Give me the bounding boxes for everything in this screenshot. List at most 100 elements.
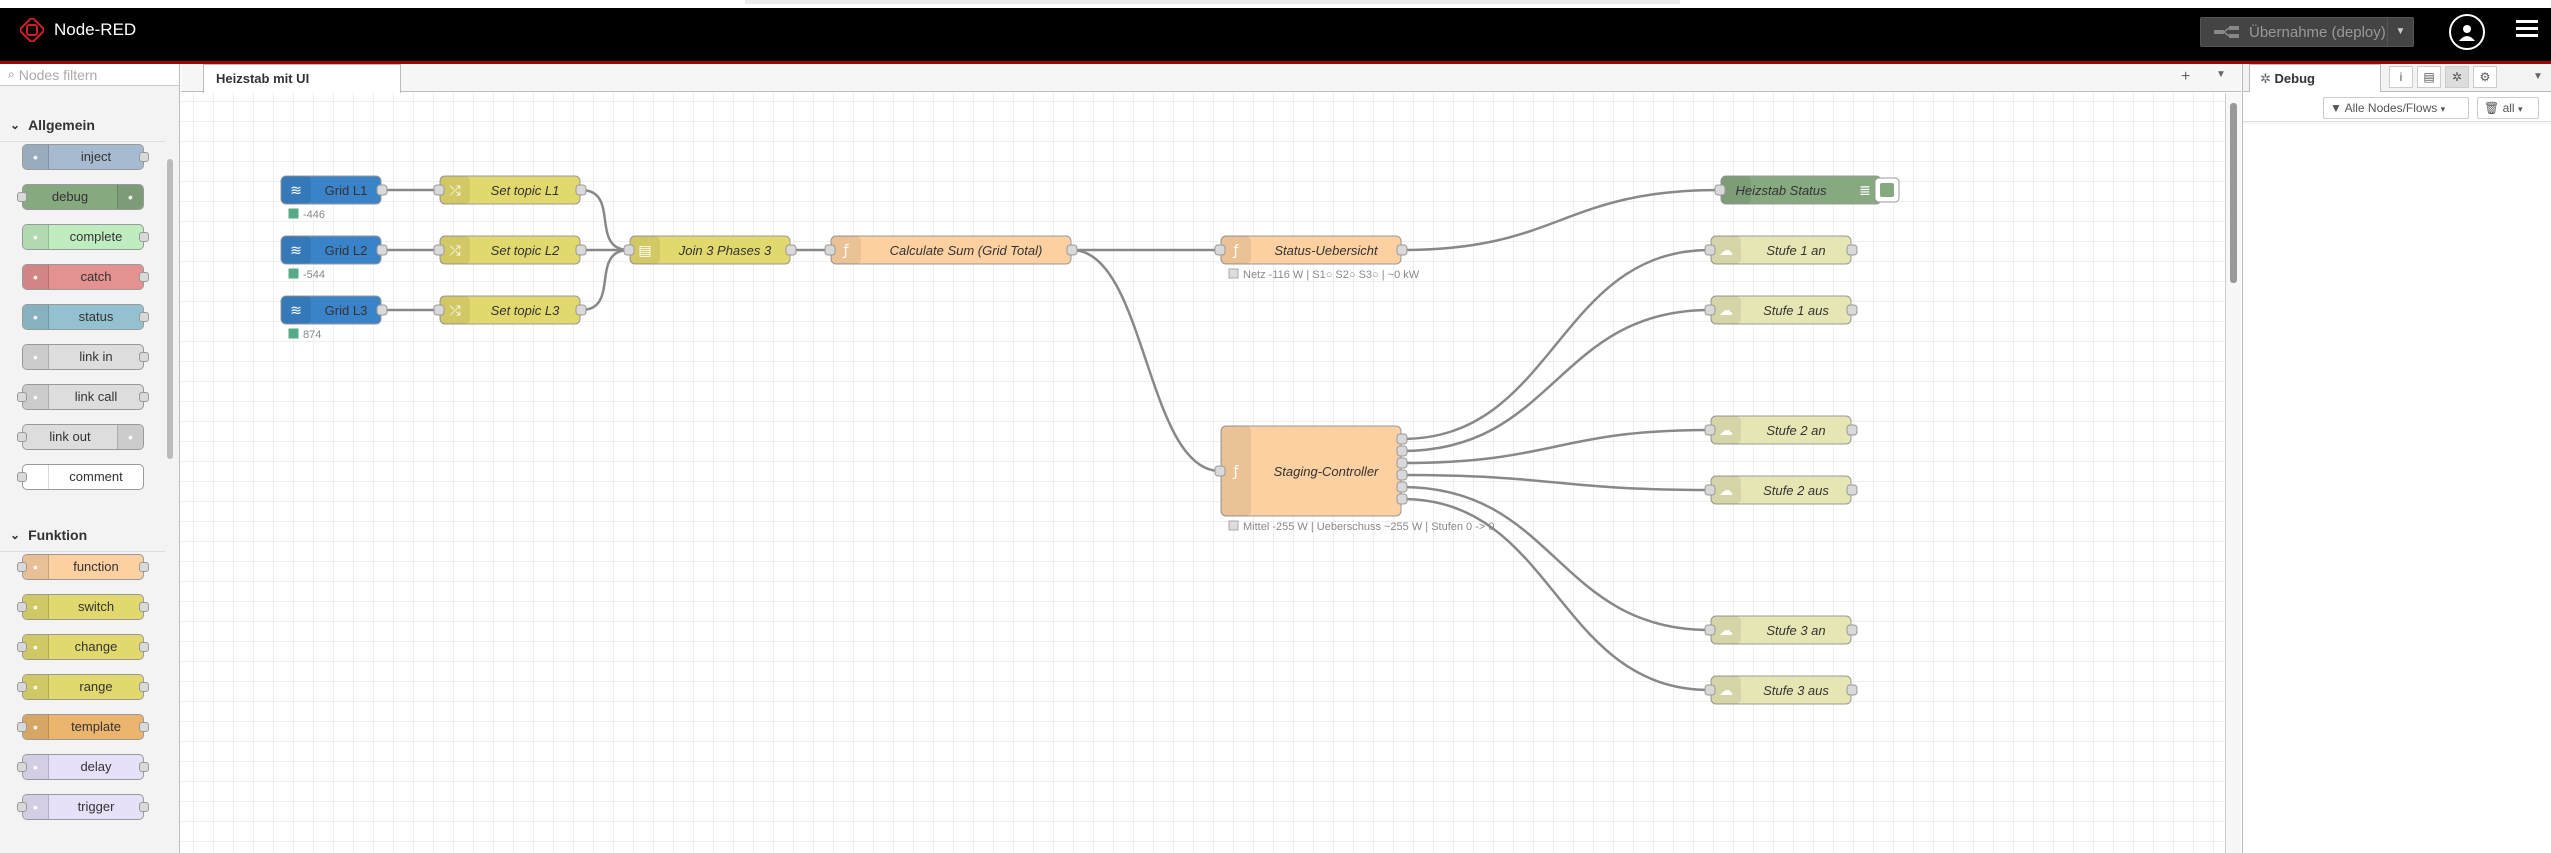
input-port[interactable]	[1704, 684, 1716, 696]
output-port[interactable]	[1396, 469, 1408, 481]
input-port[interactable]	[1704, 304, 1716, 316]
input-port[interactable]	[1704, 424, 1716, 436]
output-port[interactable]	[1066, 244, 1078, 256]
flow-wire[interactable]	[1401, 473, 1711, 492]
palette-node-debug[interactable]: • debug	[17, 184, 144, 210]
gear-icon[interactable]: ⚙	[2473, 66, 2497, 88]
flow-node-grid-l1[interactable]: ≋ Grid L1-446	[280, 175, 388, 221]
flow-wire[interactable]	[580, 248, 630, 312]
flow-node-s2aus[interactable]: ☁ Stufe 2 aus	[1704, 475, 1858, 505]
flow-node-s3aus[interactable]: ☁ Stufe 3 aus	[1704, 675, 1858, 705]
input-port[interactable]	[433, 304, 445, 316]
output-port[interactable]	[785, 244, 797, 256]
input-port[interactable]	[433, 184, 445, 196]
output-port[interactable]	[1396, 244, 1408, 256]
flow-node-s3an[interactable]: ☁ Stufe 3 an	[1704, 615, 1858, 645]
flow-node-staging[interactable]: ƒ Staging-ControllerMittel -255 W | Ueber…	[1214, 425, 1495, 533]
input-port[interactable]	[1704, 624, 1716, 636]
output-port[interactable]	[1846, 684, 1858, 696]
palette-scrollbar[interactable]	[167, 159, 173, 459]
palette-node-trigger[interactable]: • trigger	[17, 794, 149, 820]
deploy-menu-caret[interactable]: ▼	[2387, 18, 2413, 46]
input-port[interactable]	[824, 244, 836, 256]
input-port[interactable]	[1704, 244, 1716, 256]
flow-node-grid-l2[interactable]: ≋ Grid L2-544	[280, 235, 388, 281]
palette-search[interactable]: ⌕ Nodes filtern	[0, 64, 179, 86]
flow-node-set-l2[interactable]: ⤮ Set topic L2	[433, 235, 587, 265]
input-port[interactable]	[433, 244, 445, 256]
book-icon[interactable]: ▤	[2417, 66, 2441, 88]
output-port[interactable]	[1396, 493, 1408, 505]
flow-node-heizstab-status[interactable]: Heizstab Status ≣	[1714, 175, 1900, 205]
palette-node-function[interactable]: • function	[17, 554, 149, 580]
palette-category-0[interactable]: ⌄ Allgemein	[0, 108, 165, 142]
output-port[interactable]	[1396, 457, 1408, 469]
output-port[interactable]	[376, 244, 388, 256]
flow-wire[interactable]	[1401, 188, 1721, 252]
output-port[interactable]	[1846, 244, 1858, 256]
palette-node-switch[interactable]: • switch	[17, 594, 149, 620]
input-port[interactable]	[1214, 465, 1226, 477]
palette-category-1[interactable]: ⌄ Funktion	[0, 518, 165, 552]
palette-node-link-out[interactable]: • link out	[17, 424, 144, 450]
palette-node-template[interactable]: • template	[17, 714, 149, 740]
output-port[interactable]	[1846, 304, 1858, 316]
output-port[interactable]	[1846, 624, 1858, 636]
palette-node-comment[interactable]: comment	[17, 464, 144, 490]
flow-wire[interactable]	[1401, 248, 1711, 441]
output-port[interactable]	[575, 184, 587, 196]
flow-wire[interactable]	[580, 188, 630, 252]
info-icon[interactable]: i	[2389, 66, 2413, 88]
palette-node-catch[interactable]: • catch	[22, 264, 149, 290]
flow-wire[interactable]	[1071, 248, 1221, 473]
output-port[interactable]	[1846, 484, 1858, 496]
flow-node-s2an[interactable]: ☁ Stufe 2 an	[1704, 415, 1858, 445]
flow-wire[interactable]	[1401, 485, 1711, 632]
output-port[interactable]	[575, 304, 587, 316]
input-port[interactable]	[623, 244, 635, 256]
output-port[interactable]	[1396, 433, 1408, 445]
output-port[interactable]	[1846, 424, 1858, 436]
palette-node-inject[interactable]: • inject	[22, 144, 149, 170]
flow-node-s1an[interactable]: ☁ Stufe 1 an	[1704, 235, 1858, 265]
debug-filter-label: Alle Nodes/Flows	[2344, 101, 2438, 115]
flow-node-status-ub[interactable]: ƒ Status-UebersichtNetz -116 W | S1○ S2○ …	[1214, 235, 1420, 281]
palette-node-complete[interactable]: • complete	[22, 224, 149, 250]
input-port[interactable]	[1214, 244, 1226, 256]
flow-wire[interactable]	[1401, 308, 1711, 453]
flow-node-s1aus[interactable]: ☁ Stufe 1 aus	[1704, 295, 1858, 325]
palette-node-range[interactable]: • range	[17, 674, 149, 700]
deploy-button[interactable]: Übernahme (deploy) ▼	[2200, 17, 2414, 47]
main-menu-button[interactable]	[2516, 20, 2538, 40]
flow-node-grid-l3[interactable]: ≋ Grid L3 874	[280, 295, 388, 341]
flow-node-calc[interactable]: ƒ Calculate Sum (Grid Total)	[824, 235, 1078, 265]
flow-node-set-l1[interactable]: ⤮ Set topic L1	[433, 175, 587, 205]
user-menu-button[interactable]	[2449, 14, 2485, 50]
node-red-logo-icon	[20, 18, 44, 42]
bug-icon: ✲	[2260, 71, 2271, 86]
hamburger-line	[2516, 20, 2538, 23]
tab-debug[interactable]: ✲ Debug	[2249, 64, 2381, 93]
flow-node-join[interactable]: ▤ Join 3 Phases 3	[623, 235, 797, 265]
chevron-down-icon[interactable]: ▼	[2533, 71, 2543, 82]
output-port[interactable]	[376, 304, 388, 316]
debug-filter-select[interactable]: ▼ Alle Nodes/Flows ▾	[2323, 97, 2469, 119]
output-port[interactable]	[1396, 481, 1408, 493]
output-port[interactable]	[575, 244, 587, 256]
palette-node-delay[interactable]: • delay	[17, 754, 149, 780]
cloud-icon: ☁	[1719, 483, 1733, 499]
palette-node-change[interactable]: • change	[17, 634, 149, 660]
output-port[interactable]	[1396, 445, 1408, 457]
node-label: Heizstab Status	[1735, 183, 1827, 198]
debug-clear-select[interactable]: 🗑 all ▾	[2477, 97, 2539, 119]
debug-bug-icon[interactable]: ✲	[2445, 66, 2469, 88]
palette-node-link-call[interactable]: • link call	[17, 384, 149, 410]
debug-icon: •	[117, 185, 143, 209]
input-port[interactable]	[1704, 484, 1716, 496]
palette-node-link-in[interactable]: • link in	[22, 344, 149, 370]
node-label: Set topic L1	[491, 183, 560, 198]
palette-node-status[interactable]: • status	[22, 304, 149, 330]
input-port[interactable]	[1714, 184, 1726, 196]
output-port[interactable]	[376, 184, 388, 196]
flow-node-set-l3[interactable]: ⤮ Set topic L3	[433, 295, 587, 325]
